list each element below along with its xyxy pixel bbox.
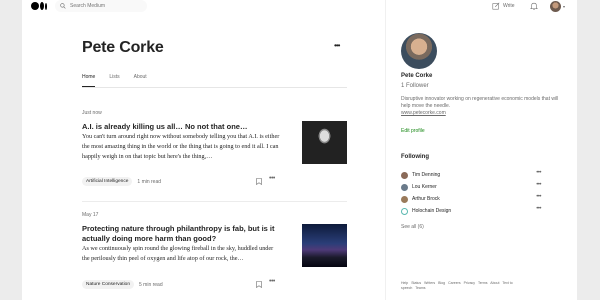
following-more-icon[interactable]: ••• [536, 194, 541, 200]
article-tag[interactable]: Nature Conservation [82, 280, 134, 289]
following-item[interactable]: Lou Kerner ••• [401, 181, 541, 193]
article-excerpt[interactable]: As we continuously spin round the glowin… [82, 244, 282, 264]
article-thumbnail[interactable] [302, 224, 347, 267]
following-item[interactable]: Tim Denning ••• [401, 169, 541, 181]
profile-website-link[interactable]: www.petecorke.com [401, 110, 446, 116]
article-read-time: 5 min read [139, 281, 163, 288]
footer-links: Help Status Writers Blog Careers Privacy… [401, 281, 521, 291]
following-name[interactable]: Holochain Design [412, 208, 451, 214]
following-name[interactable]: Arthur Brock [412, 196, 440, 202]
profile-bio: Disruptive innovator working on regenera… [401, 96, 559, 109]
article-title[interactable]: A.I. is already killing us all… No not t… [82, 122, 282, 132]
following-list: Tim Denning ••• Lou Kerner ••• Arthur Br… [401, 169, 541, 217]
edit-profile-link[interactable]: Edit profile [401, 128, 425, 134]
bookmark-icon[interactable] [256, 281, 262, 288]
following-avatar [401, 207, 408, 215]
tab-lists[interactable]: Lists [109, 74, 119, 87]
article-more-icon[interactable]: ••• [269, 175, 275, 182]
footer-link-status[interactable]: Status [411, 281, 421, 285]
following-name[interactable]: Tim Denning [412, 172, 440, 178]
following-more-icon[interactable]: ••• [536, 206, 541, 212]
followers-count-link[interactable]: 1 Follower [401, 83, 429, 89]
following-more-icon[interactable]: ••• [536, 182, 541, 188]
footer-link-privacy[interactable]: Privacy [464, 281, 475, 285]
profile-avatar[interactable] [401, 33, 437, 69]
article-divider [82, 201, 347, 202]
profile-sidebar: Pete Corke 1 Follower Disruptive innovat… [385, 0, 577, 300]
following-more-icon[interactable]: ••• [536, 170, 541, 176]
article-date: May 17 [82, 212, 99, 218]
footer-link-about[interactable]: About [490, 281, 499, 285]
article-card[interactable]: May 17 Protecting nature through philant… [82, 212, 347, 289]
following-avatar [401, 195, 408, 203]
article-date: Just now [82, 110, 102, 116]
medium-logo[interactable] [31, 2, 47, 10]
footer-link-help[interactable]: Help [401, 281, 408, 285]
following-avatar [401, 183, 408, 191]
article-card[interactable]: Just now A.I. is already killing us all…… [82, 110, 347, 186]
medium-profile-window: Write ▾ Pete Corke ••• Home Lists About … [22, 0, 577, 300]
article-read-time: 1 min read [137, 178, 162, 185]
tab-about[interactable]: About [134, 74, 147, 87]
bookmark-icon[interactable] [256, 178, 262, 185]
article-tag[interactable]: Artificial Intelligence [82, 177, 133, 186]
footer-link-writers[interactable]: Writers [424, 281, 435, 285]
article-excerpt[interactable]: You can't turn around right now without … [82, 132, 282, 162]
see-all-following-link[interactable]: See all (6) [401, 224, 424, 230]
article-title[interactable]: Protecting nature through philanthropy i… [82, 224, 282, 244]
search-icon [60, 3, 66, 9]
footer-link-careers[interactable]: Careers [448, 281, 460, 285]
article-thumbnail[interactable] [302, 121, 347, 164]
following-avatar [401, 171, 408, 179]
sidebar-profile-name: Pete Corke [401, 73, 433, 79]
following-item[interactable]: Arthur Brock ••• [401, 193, 541, 205]
profile-tabs: Home Lists About [82, 74, 347, 88]
profile-more-options-icon[interactable]: ••• [334, 41, 340, 50]
footer-link-terms[interactable]: Terms [478, 281, 488, 285]
article-meta: Artificial Intelligence 1 min read [82, 177, 161, 186]
article-meta: Nature Conservation 5 min read [82, 280, 163, 289]
following-name[interactable]: Lou Kerner [412, 184, 437, 190]
tab-home[interactable]: Home [82, 74, 96, 87]
following-heading: Following [401, 154, 429, 160]
profile-main-column: Pete Corke ••• Home Lists About Just now… [82, 0, 382, 300]
footer-link-teams[interactable]: Teams [415, 286, 425, 290]
following-item[interactable]: Holochain Design ••• [401, 205, 541, 217]
article-more-icon[interactable]: ••• [269, 278, 275, 285]
profile-name-heading: Pete Corke [82, 39, 164, 56]
footer-link-blog[interactable]: Blog [438, 281, 445, 285]
